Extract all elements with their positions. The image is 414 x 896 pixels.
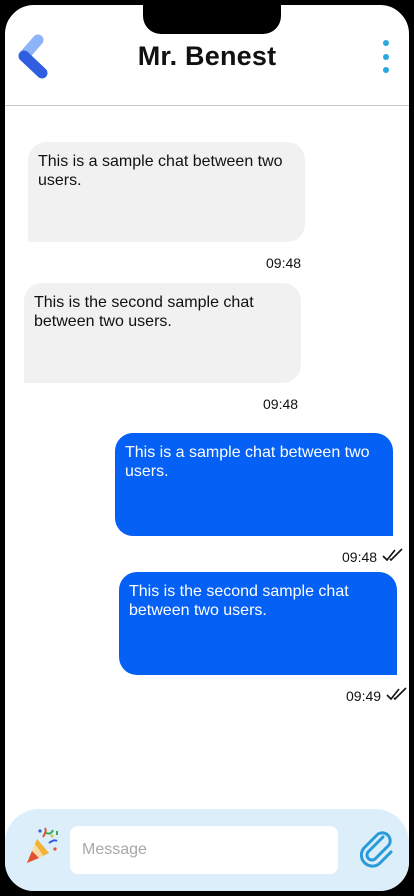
- double-check-icon: [386, 687, 407, 701]
- message-bubble-incoming[interactable]: This is the second sample chat between t…: [24, 283, 301, 383]
- more-vertical-icon-dot: [383, 54, 389, 60]
- chat-title: Mr. Benest: [137, 41, 277, 71]
- message-text: This is a sample chat between two users.: [38, 153, 283, 189]
- party-popper-icon: [27, 827, 58, 863]
- more-options-button[interactable]: [379, 38, 393, 76]
- paperclip-icon: [359, 831, 393, 868]
- double-check-icon: [382, 548, 403, 562]
- message-time: 09:48: [266, 255, 302, 271]
- message-time: 09:48: [342, 549, 378, 565]
- message-input[interactable]: [70, 826, 338, 874]
- message-text: This is a sample chat between two users.: [125, 444, 370, 480]
- message-bubble-outgoing[interactable]: This is the second sample chat between t…: [119, 572, 397, 675]
- message-bubble-outgoing[interactable]: This is a sample chat between two users.: [115, 433, 393, 536]
- message-text: This is the second sample chat between t…: [129, 583, 349, 619]
- emoji-button[interactable]: [23, 827, 59, 867]
- message-time: 09:48: [263, 396, 299, 412]
- message-composer: [5, 809, 409, 891]
- message-bubble-incoming[interactable]: This is a sample chat between two users.: [28, 142, 305, 242]
- message-time: 09:49: [346, 688, 382, 704]
- more-vertical-icon: [383, 40, 389, 46]
- message-text: This is the second sample chat between t…: [34, 294, 254, 330]
- attach-button[interactable]: [357, 825, 397, 869]
- chat-header: Mr. Benest: [5, 5, 409, 106]
- more-vertical-icon-dot: [383, 67, 389, 73]
- phone-frame: Mr. Benest This is a sample chat between…: [0, 0, 414, 896]
